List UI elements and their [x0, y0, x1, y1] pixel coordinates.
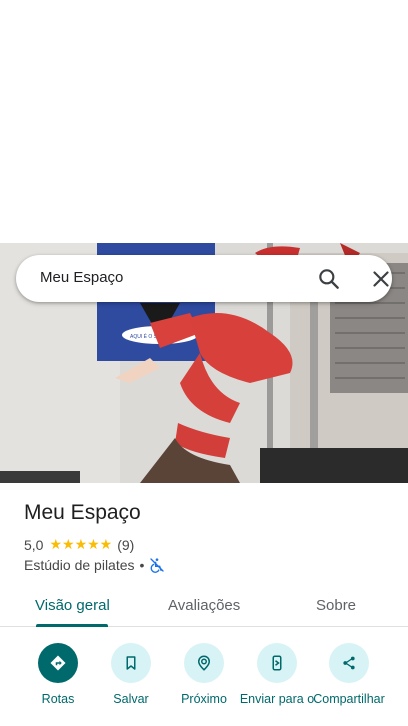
save-label: Salvar: [113, 692, 149, 706]
send-to-phone-label: Enviar para o: [239, 692, 315, 706]
place-title: Meu Espaço: [24, 501, 141, 524]
nearby-button[interactable]: Próximo: [164, 643, 244, 707]
tab-about[interactable]: Sobre: [316, 597, 356, 614]
share-icon: [329, 643, 369, 683]
review-count: (9): [117, 536, 135, 553]
map-area[interactable]: [0, 0, 408, 243]
action-bar: Rotas Salvar Próximo Enviar para o Compa…: [0, 643, 408, 726]
tab-overview[interactable]: Visão geral: [35, 597, 110, 614]
category-row: Estúdio de pilates •: [24, 557, 165, 573]
search-bar[interactable]: Meu Espaço: [16, 255, 392, 302]
directions-button[interactable]: Rotas: [18, 643, 98, 707]
nearby-icon: [184, 643, 224, 683]
search-query[interactable]: Meu Espaço: [40, 269, 123, 286]
save-button[interactable]: Salvar: [91, 643, 171, 707]
close-icon[interactable]: [368, 266, 394, 292]
share-label: Compartilhar: [313, 692, 385, 706]
search-icon[interactable]: [316, 266, 342, 292]
nearby-label: Próximo: [181, 692, 227, 706]
share-button[interactable]: Compartilhar: [309, 643, 389, 707]
separator-dot: •: [139, 557, 145, 573]
bookmark-icon: [111, 643, 151, 683]
tab-reviews[interactable]: Avaliações: [168, 597, 240, 614]
rating-row[interactable]: 5,0 ★★★★★ (9): [24, 536, 134, 553]
place-sheet: Meu Espaço 5,0 ★★★★★ (9) Estúdio de pila…: [0, 483, 408, 726]
active-tab-indicator: [36, 624, 108, 627]
rating-stars: ★★★★★: [49, 536, 113, 552]
send-to-phone-button[interactable]: Enviar para o: [237, 643, 317, 707]
wheelchair-not-accessible-icon: [149, 557, 165, 573]
place-category: Estúdio de pilates: [24, 557, 135, 573]
directions-label: Rotas: [41, 692, 75, 706]
send-to-phone-icon: [257, 643, 297, 683]
rating-value: 5,0: [24, 536, 44, 553]
place-tabs: Visão geral Avaliações Sobre: [0, 589, 408, 627]
directions-icon: [38, 643, 78, 683]
